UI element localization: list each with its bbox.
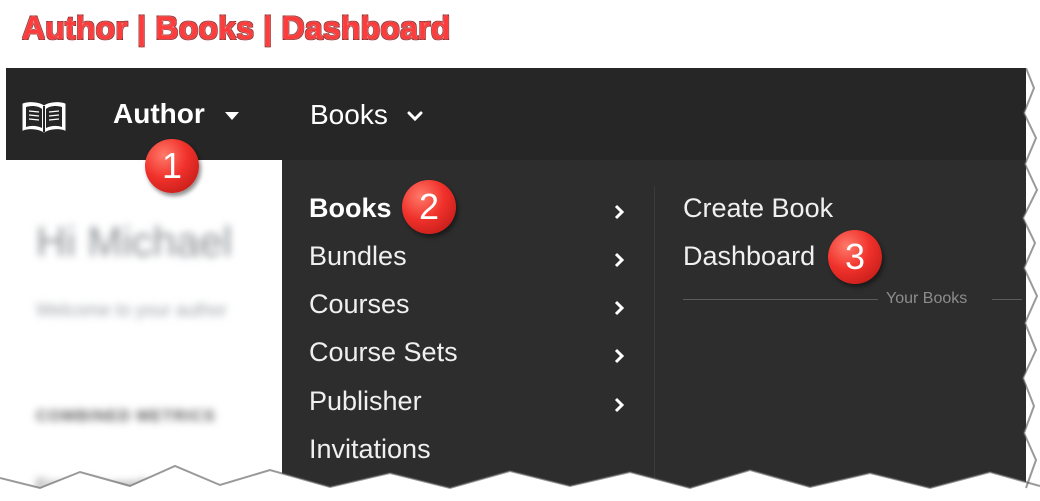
- section-heading: COMBINED METRICS: [36, 408, 216, 425]
- menu-item-books[interactable]: Books: [309, 193, 392, 224]
- chevron-right-icon: [614, 348, 625, 364]
- submenu-item-create-book[interactable]: Create Book: [683, 193, 833, 224]
- caption-title: Author | Books | Dashboard: [22, 10, 451, 46]
- nav-author-menu[interactable]: Author: [113, 98, 241, 130]
- chevron-right-icon: [614, 397, 625, 413]
- step-badge-2: 2: [402, 180, 456, 234]
- nav-author-label: Author: [113, 98, 205, 129]
- chevron-right-icon: [614, 300, 625, 316]
- menu-divider: [654, 186, 655, 486]
- section-rule: [683, 299, 878, 300]
- menu-item-invitations[interactable]: Invitations: [309, 434, 431, 465]
- greeting-heading: Hi Michael: [36, 218, 233, 265]
- your-books-label: Your Books: [886, 290, 968, 307]
- chevron-right-icon: [614, 252, 625, 268]
- welcome-text: Welcome to your author: [36, 300, 227, 320]
- menu-item-courses[interactable]: Courses: [309, 289, 410, 320]
- chevron-down-icon: [407, 111, 423, 121]
- chevron-right-icon: [614, 204, 625, 220]
- menu-item-publisher[interactable]: Publisher: [309, 386, 422, 417]
- step-badge-1: 1: [145, 139, 199, 193]
- nav-books-label: Books: [310, 99, 388, 130]
- open-book-icon[interactable]: [20, 100, 68, 134]
- from-text: From November: [36, 476, 167, 496]
- step-badge-3: 3: [828, 230, 882, 284]
- submenu-item-dashboard[interactable]: Dashboard: [683, 241, 815, 272]
- nav-books-menu[interactable]: Books: [310, 99, 424, 131]
- menu-item-bundles[interactable]: Bundles: [309, 241, 407, 272]
- menu-item-course-sets[interactable]: Course Sets: [309, 337, 458, 368]
- caret-down-icon: [224, 111, 239, 120]
- section-rule: [992, 299, 1022, 300]
